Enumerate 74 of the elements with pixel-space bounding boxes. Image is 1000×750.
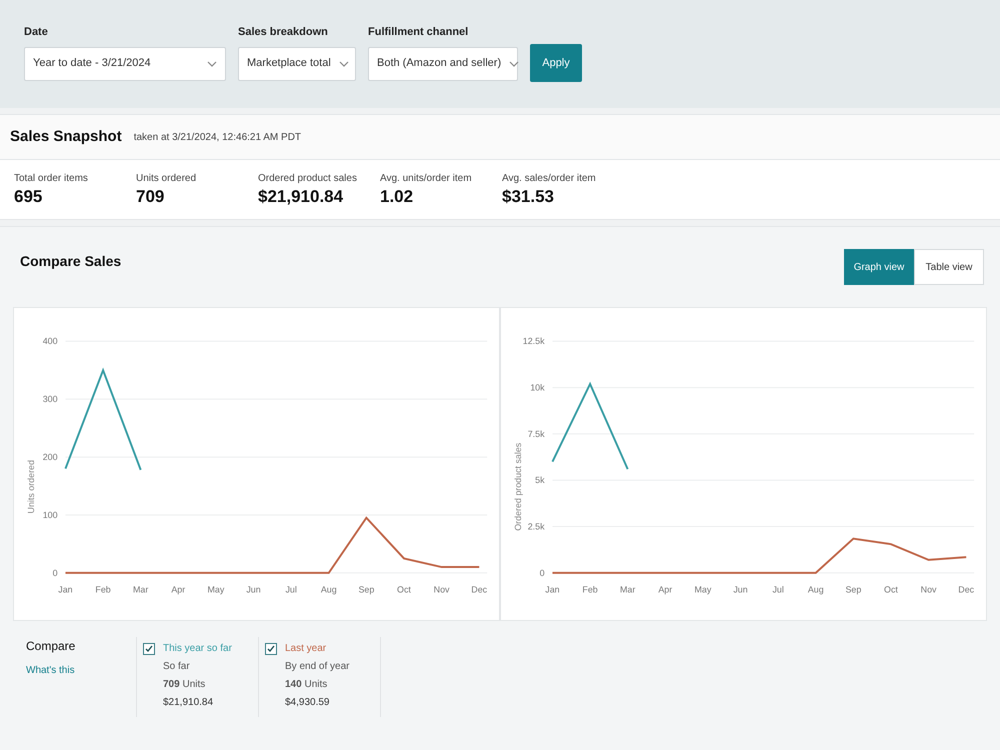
metric-value: $31.53 xyxy=(502,186,555,208)
compare-title: Compare xyxy=(26,638,76,655)
view-tab[interactable]: Graph view xyxy=(844,249,914,285)
y-tick-label: 300 xyxy=(42,394,58,404)
period-text: So far xyxy=(163,660,191,674)
y-tick-label: 200 xyxy=(42,452,58,462)
units-text: 709 Units xyxy=(163,678,206,692)
x-tick-label: Nov xyxy=(434,584,450,595)
filter-label: Sales breakdown xyxy=(238,25,329,40)
x-tick-label: Dec xyxy=(471,584,488,595)
y-tick-label: 12.5k xyxy=(522,336,545,346)
whats-this-link[interactable]: What's this xyxy=(26,663,136,678)
period-text: By end of year xyxy=(285,660,350,674)
filter-label: Fulfillment channel xyxy=(368,25,470,40)
snapshot-timestamp: taken at 3/21/2024, 12:46:21 AM PDT xyxy=(134,130,302,144)
y-tick-label: 0 xyxy=(540,568,545,578)
chevron-down-icon xyxy=(207,60,217,66)
metric-value: 1.02 xyxy=(380,186,414,208)
legend-label: This year so far xyxy=(163,642,232,656)
x-tick-label: May xyxy=(208,584,224,595)
x-tick-label: Jul xyxy=(285,584,297,595)
x-tick-label: Aug xyxy=(808,584,824,595)
filter-label: Date xyxy=(24,25,49,40)
x-tick-label: Feb xyxy=(95,584,111,595)
legend-label: Last year xyxy=(285,642,328,656)
x-tick-label: Aug xyxy=(320,584,337,595)
view-tab[interactable]: Table view xyxy=(914,249,984,285)
units-text: 140 Units xyxy=(285,678,328,692)
metric-label: Units ordered xyxy=(136,172,198,186)
section-title: Compare Sales xyxy=(20,252,122,271)
sales-text: $21,910.84 xyxy=(163,696,214,710)
metric-label: Total order items xyxy=(14,172,89,186)
x-tick-label: Apr xyxy=(658,584,672,595)
y-tick-label: 2.5k xyxy=(528,522,545,532)
dropdown[interactable]: Marketplace total xyxy=(238,46,356,80)
x-tick-label: Sep xyxy=(845,584,862,595)
x-tick-label: Jun xyxy=(733,584,748,595)
x-tick-label: Dec xyxy=(958,584,974,595)
y-tick-label: 10k xyxy=(530,382,545,393)
x-tick-label: Sep xyxy=(358,584,374,595)
section-title: Sales Snapshot xyxy=(10,126,122,147)
y-axis-label: Ordered product sales xyxy=(512,442,523,531)
metric-label: Avg. units/order item xyxy=(380,172,473,186)
y-tick-label: 0 xyxy=(52,568,58,578)
x-tick-label: Jul xyxy=(772,584,784,595)
y-tick-label: 100 xyxy=(42,510,58,520)
x-tick-label: May xyxy=(694,584,712,595)
x-tick-label: Mar xyxy=(133,584,148,595)
y-tick-label: 5k xyxy=(535,475,545,486)
apply-button[interactable]: Apply xyxy=(530,44,582,82)
x-tick-label: Nov xyxy=(920,584,936,595)
sales-text: $4,930.59 xyxy=(285,696,330,710)
checkbox[interactable] xyxy=(265,643,277,655)
x-tick-label: Jan xyxy=(58,584,73,595)
x-tick-label: Oct xyxy=(397,584,411,595)
x-tick-label: Mar xyxy=(620,584,636,595)
x-tick-label: Feb xyxy=(582,584,598,595)
x-tick-label: Apr xyxy=(171,584,186,595)
dropdown[interactable]: Year to date - 3/21/2024 xyxy=(24,46,226,80)
metric-label: Avg. sales/order item xyxy=(502,172,597,186)
metric-value: $21,910.84 xyxy=(258,186,344,208)
dropdown[interactable]: Both (Amazon and seller) xyxy=(368,46,518,80)
y-tick-label: 400 xyxy=(42,336,58,346)
metric-label: Ordered product sales xyxy=(258,172,358,186)
x-tick-label: Jan xyxy=(545,584,560,595)
x-tick-label: Oct xyxy=(884,584,898,595)
chevron-down-icon xyxy=(338,60,349,66)
y-tick-label: 7.5k xyxy=(528,428,545,439)
chevron-down-icon xyxy=(509,60,520,66)
metric-value: 695 xyxy=(14,186,44,208)
checkbox[interactable] xyxy=(143,643,155,655)
x-tick-label: Jun xyxy=(246,584,261,595)
y-axis-label: Units ordered xyxy=(26,460,36,514)
metric-value: 709 xyxy=(136,186,166,208)
